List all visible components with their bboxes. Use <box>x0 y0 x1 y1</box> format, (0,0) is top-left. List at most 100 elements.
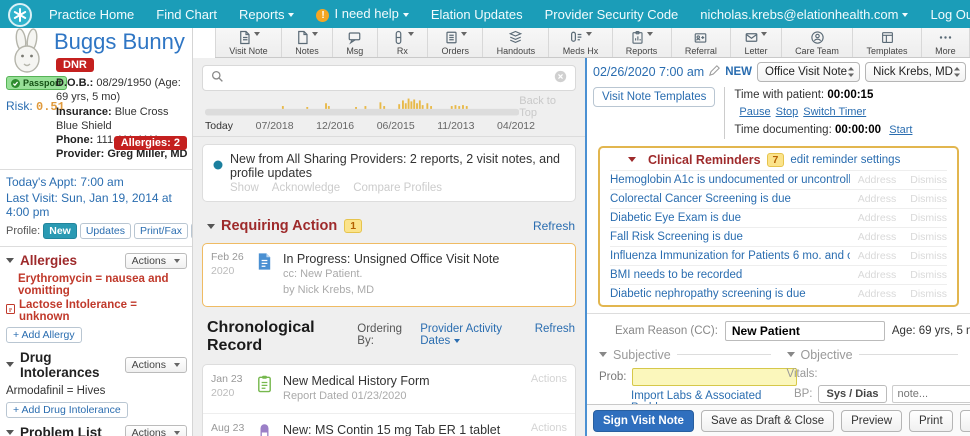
elation-logo-icon[interactable] <box>8 3 32 27</box>
toolbar-meds-hx-button[interactable]: Meds Hx <box>548 28 611 57</box>
toolbar-msg-button[interactable]: Msg <box>332 28 377 57</box>
timeline-label[interactable]: 12/2016 <box>316 120 354 132</box>
record-entry[interactable]: Jan 23 2020 New Medical History Form Repo… <box>203 365 575 415</box>
refresh-link[interactable]: Refresh <box>533 219 575 233</box>
bp-sys-dias-button[interactable]: Sys / Dias <box>817 384 888 403</box>
record-entry[interactable]: Aug 232017 New: MS Contin 15 mg Tab ER 1… <box>203 414 575 436</box>
profile-print-fax-button[interactable]: Print/Fax <box>133 222 188 239</box>
reminder-text[interactable]: Hemoglobin A1c is undocumented or uncont… <box>610 174 850 186</box>
toolbar-visit-note-button[interactable]: Visit Note <box>215 28 281 57</box>
stop-timer-link[interactable]: Stop <box>776 106 799 118</box>
timeline-label[interactable]: Today <box>205 120 233 132</box>
nav-reports[interactable]: Reports <box>239 7 295 22</box>
address-link[interactable]: Address <box>858 250 897 262</box>
toolbar-notes-button[interactable]: Notes <box>280 28 332 57</box>
dismiss-link[interactable]: Dismiss <box>910 269 947 281</box>
reminder-text[interactable]: BMI needs to be recorded <box>610 269 850 281</box>
entry-actions-link[interactable]: Actions <box>525 373 567 405</box>
bp-note-input[interactable] <box>892 384 970 403</box>
note-date-link[interactable]: 02/26/2020 7:00 am <box>593 65 704 79</box>
dismiss-link[interactable]: Dismiss <box>910 231 947 243</box>
clear-search-icon[interactable] <box>554 70 567 86</box>
discard-button[interactable]: Discard <box>959 409 970 432</box>
timeline-label[interactable]: 07/2018 <box>256 120 294 132</box>
nav-log-out[interactable]: Log Out <box>930 7 970 22</box>
profile-updates-button[interactable]: Updates <box>79 222 131 239</box>
acknowledge-link[interactable]: Acknowledge <box>272 182 340 194</box>
address-link[interactable]: Address <box>858 269 897 281</box>
toolbar-referral-button[interactable]: Referral <box>670 28 731 57</box>
timeline-label[interactable]: 11/2013 <box>437 120 474 132</box>
visit-note-templates-button[interactable]: Visit Note Templates <box>593 87 716 107</box>
address-link[interactable]: Address <box>858 212 897 224</box>
collapse-triangle-icon[interactable] <box>207 223 215 229</box>
toolbar-letter-button[interactable]: Letter <box>730 28 781 57</box>
start-timer-link[interactable]: Start <box>889 124 912 136</box>
timeline[interactable]: Back to Top <box>205 95 573 119</box>
toolbar-handouts-button[interactable]: Handouts <box>482 28 548 57</box>
profile-collapse-button[interactable]: Collapse <box>190 222 192 239</box>
allergies-actions-button[interactable]: Actions <box>124 252 187 269</box>
nav-find-chart[interactable]: Find Chart <box>156 7 217 22</box>
allergies-section-header[interactable]: Allergies Actions <box>0 250 192 272</box>
add-allergy-button[interactable]: + Add Allergy <box>6 326 82 343</box>
profile-new-button[interactable]: New <box>43 222 77 239</box>
nav-elation-updates[interactable]: Elation Updates <box>431 7 523 22</box>
drug-intolerance-item[interactable]: Armodafinil = Hives <box>0 383 192 399</box>
reminder-text[interactable]: Diabetic nephropathy screening is due <box>610 288 850 300</box>
toolbar-reports-button[interactable]: Reports <box>611 28 671 57</box>
subjective-header[interactable]: Subjective <box>599 348 771 364</box>
toolbar-orders-button[interactable]: Orders <box>427 28 482 57</box>
edit-reminder-settings-link[interactable]: edit reminder settings <box>790 154 900 166</box>
show-link[interactable]: Show <box>230 182 259 194</box>
problem-list-section-header[interactable]: Problem List Actions <box>0 422 192 436</box>
reminder-text[interactable]: Fall Risk Screening is due <box>610 231 850 243</box>
back-to-top-link[interactable]: Back to Top <box>519 95 573 119</box>
address-link[interactable]: Address <box>858 193 897 205</box>
allergy-item[interactable]: Lactose Intolerance = unknown <box>0 298 192 324</box>
dismiss-link[interactable]: Dismiss <box>910 288 947 300</box>
nav-provider-security-code[interactable]: Provider Security Code <box>545 7 679 22</box>
reminder-text[interactable]: Colorectal Cancer Screening is due <box>610 193 850 205</box>
refresh-link[interactable]: Refresh <box>535 323 575 335</box>
save-draft-close-button[interactable]: Save as Draft & Close <box>700 409 835 432</box>
nav-practice-home[interactable]: Practice Home <box>49 7 134 22</box>
toolbar-templates-button[interactable]: Templates <box>852 28 921 57</box>
problem-list-actions-button[interactable]: Actions <box>124 424 187 436</box>
drug-intolerances-section-header[interactable]: Drug Intolerances Actions <box>0 347 192 383</box>
sign-visit-note-button[interactable]: Sign Visit Note <box>593 409 694 432</box>
drug-intolerances-actions-button[interactable]: Actions <box>124 356 187 373</box>
timeline-label[interactable]: 04/2012 <box>497 120 535 132</box>
address-link[interactable]: Address <box>858 288 897 300</box>
note-provider-select[interactable]: Nick Krebs, MD <box>865 62 966 82</box>
reminder-text[interactable]: Influenza Immunization for Patients 6 mo… <box>610 250 850 262</box>
print-button[interactable]: Print <box>909 409 953 432</box>
entry-actions-link[interactable]: Actions <box>525 422 567 436</box>
last-visit-link[interactable]: Last Visit: Sun, Jan 19, 2014 at 4:00 pm <box>0 189 192 219</box>
allergies-count-badge[interactable]: Allergies: 2 <box>113 136 187 150</box>
todays-appt-link[interactable]: Today's Appt: 7:00 am <box>0 173 192 189</box>
address-link[interactable]: Address <box>858 231 897 243</box>
nav-user-menu[interactable]: nicholas.krebs@elationhealth.com <box>700 7 909 22</box>
dismiss-link[interactable]: Dismiss <box>910 174 947 186</box>
requiring-action-card[interactable]: Feb 26 2020 In Progress: Unsigned Office … <box>202 243 576 308</box>
preview-button[interactable]: Preview <box>841 409 902 432</box>
objective-header[interactable]: Objective <box>786 348 959 364</box>
exam-reason-input[interactable] <box>724 320 885 341</box>
problem-entry-input[interactable] <box>631 367 797 386</box>
dismiss-link[interactable]: Dismiss <box>910 212 947 224</box>
ordering-by-select[interactable]: Provider Activity Dates <box>420 323 526 347</box>
nav-help[interactable]: ! I need help <box>316 6 409 22</box>
dismiss-link[interactable]: Dismiss <box>910 193 947 205</box>
allergy-item[interactable]: Erythromycin = nausea and vomitting <box>0 272 192 298</box>
switch-timer-link[interactable]: Switch Timer <box>803 106 866 118</box>
timeline-label[interactable]: 06/2015 <box>377 120 415 132</box>
add-drug-intolerance-button[interactable]: + Add Drug Intolerance <box>6 401 128 418</box>
toolbar-care-team-button[interactable]: Care Team <box>780 28 852 57</box>
edit-pencil-icon[interactable] <box>709 65 721 79</box>
toolbar-more-button[interactable]: More <box>920 28 970 57</box>
collapse-triangle-icon[interactable] <box>628 157 636 163</box>
address-link[interactable]: Address <box>858 174 897 186</box>
toolbar-rx-button[interactable]: Rx <box>376 28 428 57</box>
search-input[interactable] <box>230 71 548 85</box>
